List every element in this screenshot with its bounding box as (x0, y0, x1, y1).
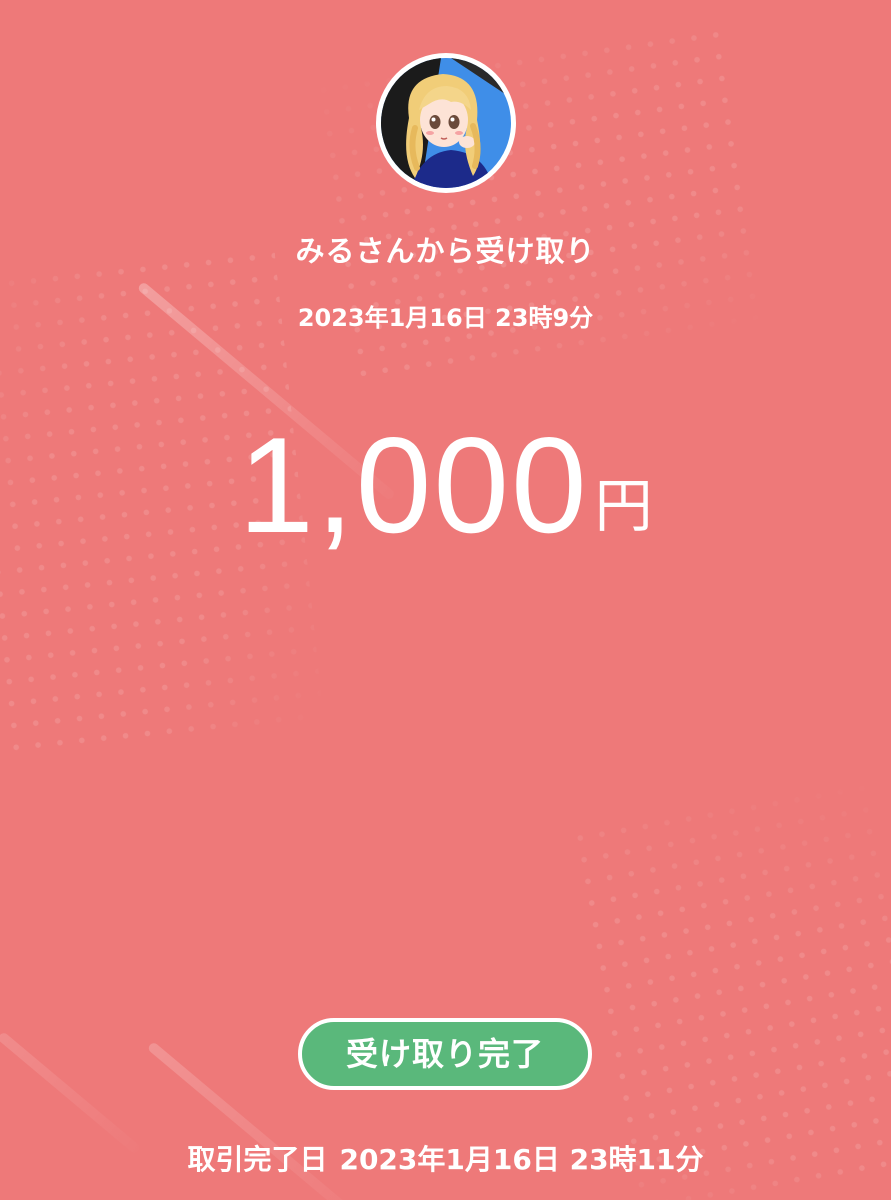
completion-label: 取引完了日 (187, 1143, 328, 1176)
status-received-button[interactable]: 受け取り完了 (298, 1018, 592, 1090)
user-avatar-anime-girl-icon (381, 58, 511, 188)
completion-info: 取引完了日 2023年1月16日 23時11分 (0, 1138, 891, 1178)
sent-datetime: 2023年1月16日 23時9分 (297, 304, 594, 332)
currency-label: 円 (594, 472, 653, 540)
background-stripe (0, 1031, 142, 1155)
amount-display: 1,000 円 (0, 405, 891, 565)
transfer-receipt-screen: みるさんから受け取り 2023年1月16日 23時9分 1,000 円 受け取り完… (0, 0, 891, 1200)
sender-avatar[interactable] (376, 53, 516, 193)
background-dot-pattern (567, 776, 891, 1200)
sender-title: みるさんから受け取り (295, 234, 596, 268)
completion-datetime: 2023年1月16日 23時11分 (339, 1143, 704, 1176)
amount-value: 1,000 (238, 409, 589, 561)
